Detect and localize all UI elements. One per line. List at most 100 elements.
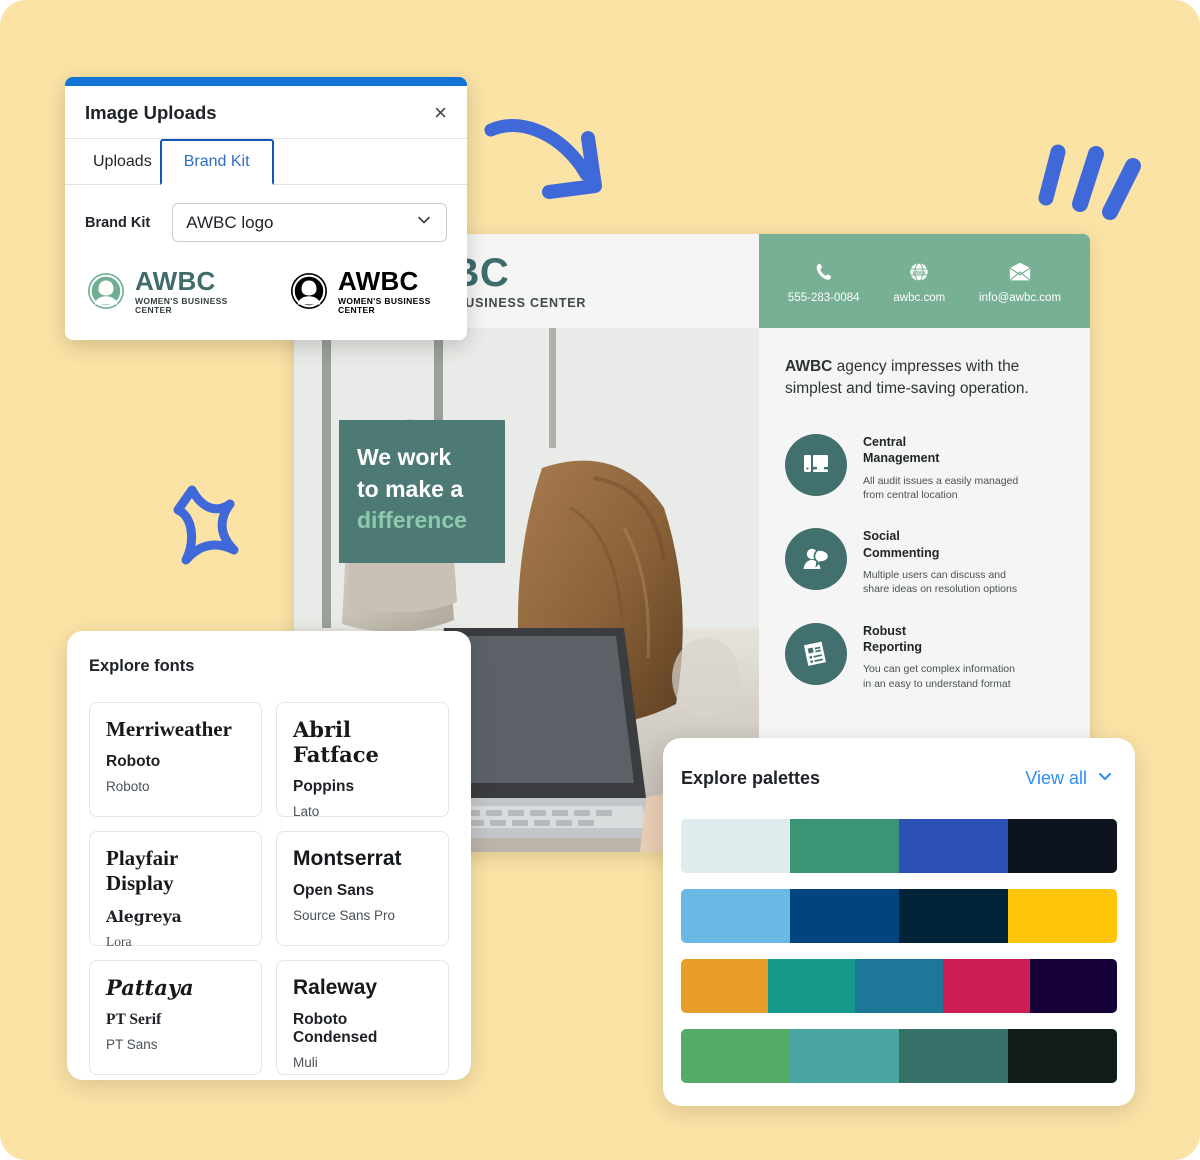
palette-swatch[interactable] — [790, 1029, 899, 1083]
feature-item: Central Management All audit issues a ea… — [785, 434, 1064, 502]
view-all-button[interactable]: View all — [1025, 766, 1115, 791]
image-uploads-dialog[interactable]: Image Uploads × Uploads Brand Kit Brand … — [65, 77, 467, 340]
chevron-down-icon — [415, 211, 433, 234]
logo-black-subtitle: WOMEN'S BUSINESS CENTER — [338, 296, 431, 315]
brand-kit-select[interactable]: AWBC logo — [172, 203, 447, 242]
awbc-logo-mark-black — [290, 272, 328, 310]
palette-swatch[interactable] — [768, 959, 856, 1013]
overlay-line-3: difference — [357, 507, 467, 534]
font-card-secondary: Alegreya — [106, 907, 182, 927]
document-icon — [785, 622, 847, 685]
palette-swatch[interactable] — [1008, 1029, 1117, 1083]
palette-swatch[interactable] — [855, 959, 943, 1013]
feature-title: Robust Reporting — [863, 623, 923, 655]
font-card[interactable]: Merriweather Roboto Roboto — [89, 702, 262, 817]
dialog-title: Image Uploads — [85, 102, 217, 123]
explore-fonts-title: Explore fonts — [89, 657, 195, 675]
palette-swatch[interactable] — [681, 819, 790, 873]
feature-desc: Multiple users can discuss and share ide… — [863, 568, 1018, 596]
explore-palettes-panel[interactable]: Explore palettes View all — [663, 738, 1135, 1106]
font-card-tertiary: Source Sans Pro — [293, 908, 396, 924]
logo-green-subtitle: WOMEN'S BUSINESS CENTER — [135, 296, 228, 315]
tagline-bold: AWBC — [785, 358, 833, 375]
close-icon[interactable]: × — [434, 102, 447, 124]
palette-swatch[interactable] — [1008, 819, 1117, 873]
font-card-primary: Raleway — [293, 976, 378, 999]
dialog-tabs: Uploads Brand Kit — [65, 139, 467, 185]
palette-swatch[interactable] — [1008, 889, 1117, 943]
font-card[interactable]: Pattaya PT Serif PT Sans — [89, 960, 262, 1075]
font-card-secondary: Roboto Condensed — [293, 1011, 378, 1047]
contact-email-text: info@awbc.com — [979, 291, 1062, 304]
palette-row[interactable] — [681, 1029, 1117, 1083]
font-card-tertiary: Roboto — [106, 779, 150, 795]
palette-swatch[interactable] — [790, 889, 899, 943]
page-canvas: AWBC WOMEN'S BUSINESS CENTER 555-283-008… — [0, 0, 1200, 1160]
explore-fonts-panel[interactable]: Explore fonts Merriweather Roboto Roboto… — [67, 631, 471, 1080]
palette-swatch[interactable] — [899, 1029, 1008, 1083]
palette-row[interactable] — [681, 959, 1117, 1013]
font-card-tertiary: Lora — [106, 934, 132, 950]
feature-item: Robust Reporting You can get complex inf… — [785, 622, 1064, 691]
font-card[interactable]: Abril Fatface Poppins Lato — [276, 702, 449, 820]
palette-row[interactable] — [681, 889, 1117, 943]
contact-website-text: awbc.com — [893, 291, 946, 304]
feature-item: Social Commenting Multiple users can dis… — [785, 528, 1064, 596]
font-card-primary: Montserrat — [293, 847, 402, 870]
view-all-label: View all — [1025, 768, 1087, 788]
comment-user-icon — [785, 528, 847, 591]
font-card-tertiary: Lato — [293, 804, 320, 820]
font-card-secondary: PT Serif — [106, 1011, 162, 1029]
brand-kit-logo-list: AWBC WOMEN'S BUSINESS CENTER AWBC WOMEN'… — [65, 248, 467, 340]
palette-swatch[interactable] — [899, 819, 1008, 873]
palettes-header: Explore palettes View all — [681, 766, 1117, 791]
feature-title: Central Management — [863, 435, 940, 466]
font-card[interactable]: Raleway Roboto Condensed Muli — [276, 960, 449, 1075]
poster-contact-bar: 555-283-0084 www awbc.com info@awbc.com — [759, 234, 1090, 328]
envelope-icon — [979, 259, 1061, 285]
brand-kit-select-value: AWBC logo — [186, 212, 274, 232]
palette-swatch[interactable] — [681, 889, 790, 943]
font-card-tertiary: PT Sans — [106, 1037, 158, 1053]
logo-option-black[interactable]: AWBC WOMEN'S BUSINESS CENTER — [290, 268, 447, 314]
brand-kit-field-row: Brand Kit AWBC logo — [65, 185, 467, 248]
globe-icon: www — [893, 259, 945, 285]
monitor-icon — [785, 434, 847, 496]
poster-tagline: AWBC agency impresses with the simplest … — [785, 356, 1064, 400]
font-card-secondary: Roboto — [106, 753, 161, 771]
contact-phone-text: 555-283-0084 — [787, 291, 860, 304]
font-card-secondary: Poppins — [293, 778, 355, 796]
brush-strokes-icon — [1038, 142, 1148, 222]
palette-swatch[interactable] — [681, 959, 769, 1013]
curved-arrow-icon — [483, 108, 623, 212]
contact-email: info@awbc.com — [979, 259, 1061, 304]
logo-option-green[interactable]: AWBC WOMEN'S BUSINESS CENTER — [87, 268, 244, 314]
tab-brand-kit[interactable]: Brand Kit — [159, 139, 274, 185]
font-card[interactable]: Montserrat Open Sans Source Sans Pro — [276, 831, 449, 946]
overlay-line-2: to make a — [357, 475, 464, 502]
explore-palettes-title: Explore palettes — [681, 768, 821, 788]
font-card-primary: Pattaya — [106, 975, 194, 1000]
palette-swatch[interactable] — [942, 959, 1030, 1013]
feature-desc: You can get complex information in an ea… — [863, 663, 1015, 690]
contact-website: www awbc.com — [893, 259, 945, 304]
tab-uploads[interactable]: Uploads — [85, 139, 160, 184]
font-card-tertiary: Muli — [293, 1055, 318, 1071]
palette-swatch[interactable] — [681, 1029, 790, 1083]
awbc-logo-mark-green — [87, 272, 125, 310]
phone-icon — [788, 259, 860, 285]
svg-text:www: www — [912, 270, 927, 276]
palette-swatch[interactable] — [899, 889, 1008, 943]
font-card[interactable]: Playfair Display Alegreya Lora — [89, 831, 262, 949]
logo-green-name: AWBC — [135, 266, 216, 296]
font-card-primary: Playfair Display — [106, 846, 178, 896]
font-card-primary: Merriweather — [106, 717, 232, 741]
feature-title: Social Commenting — [863, 529, 940, 560]
palette-row[interactable] — [681, 819, 1117, 873]
contact-phone: 555-283-0084 — [788, 259, 860, 304]
feature-desc: All audit issues a easily managed from c… — [863, 474, 1019, 501]
palette-swatch[interactable] — [1029, 959, 1117, 1013]
font-card-primary: Abril Fatface — [293, 717, 379, 768]
font-card-secondary: Open Sans — [293, 882, 374, 900]
palette-swatch[interactable] — [790, 819, 899, 873]
